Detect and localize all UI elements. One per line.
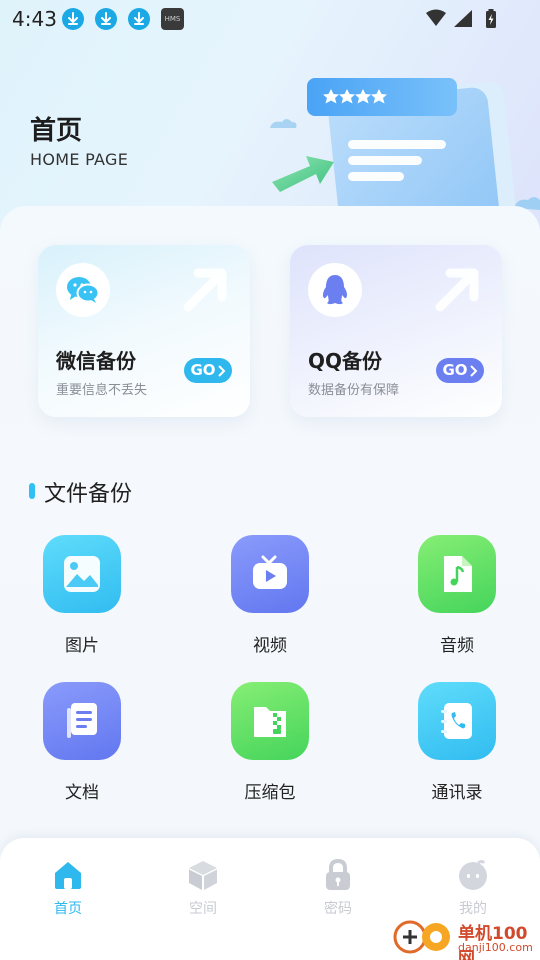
qq-backup-card[interactable]: QQ备份 数据备份有保障 GO — [290, 245, 502, 417]
chevron-right-icon — [469, 364, 477, 377]
card-title: QQ备份 — [308, 349, 383, 373]
file-tile-label: 视频 — [253, 636, 287, 656]
wechat-backup-card[interactable]: 微信备份 重要信息不丢失 GO — [38, 245, 250, 417]
page-title: 首页 — [30, 116, 83, 146]
document-icon — [43, 682, 121, 760]
file-tile-audio[interactable]: 音频 — [397, 535, 517, 665]
file-tile-label: 通讯录 — [431, 783, 483, 803]
file-tile-videos[interactable]: 视频 — [210, 535, 330, 665]
system-icons — [424, 8, 502, 34]
contacts-icon — [418, 682, 496, 760]
arrow-up-right-icon — [432, 263, 482, 317]
go-button-label: GO — [442, 361, 468, 379]
status-bar: 4:43 HMS — [0, 0, 540, 38]
video-icon — [231, 535, 309, 613]
hms-icon: HMS — [161, 8, 184, 30]
card-description: 数据备份有保障 — [308, 383, 400, 398]
section-accent-bar — [29, 483, 35, 499]
file-tile-documents[interactable]: 文档 — [22, 682, 142, 812]
nav-label: 首页 — [54, 901, 82, 917]
wechat-icon — [56, 263, 110, 317]
nav-item-password[interactable]: 密码 — [288, 858, 388, 928]
file-tile-label: 音频 — [440, 636, 474, 656]
file-tile-archives[interactable]: 压缩包 — [210, 682, 330, 812]
file-tile-images[interactable]: 图片 — [22, 535, 142, 665]
go-button-label: GO — [190, 361, 216, 379]
home-icon — [55, 862, 81, 889]
watermark-url: danji100.com — [458, 941, 533, 954]
audio-icon — [418, 535, 496, 613]
chevron-right-icon — [217, 364, 225, 377]
status-time: 4:43 — [12, 7, 57, 31]
profile-icon — [459, 860, 487, 890]
card-description: 重要信息不丢失 — [56, 383, 148, 398]
go-button[interactable]: GO — [184, 358, 232, 383]
download-icon — [128, 8, 150, 30]
cube-icon — [189, 861, 217, 890]
nav-item-home[interactable]: 首页 — [18, 858, 118, 928]
wifi-icon — [426, 9, 446, 26]
file-tile-label: 压缩包 — [244, 783, 296, 803]
section-title: 文件备份 — [44, 482, 133, 507]
page-subtitle: HOME PAGE — [30, 150, 129, 169]
signal-icon — [454, 10, 472, 27]
file-tile-label: 文档 — [65, 783, 99, 803]
nav-item-space[interactable]: 空间 — [153, 858, 253, 928]
go-button[interactable]: GO — [436, 358, 484, 383]
site-watermark: 单机100网 danji100.com — [390, 915, 540, 960]
qq-icon — [308, 263, 362, 317]
battery-icon — [486, 9, 496, 28]
arrow-up-right-icon — [180, 263, 230, 317]
nav-label: 空间 — [189, 901, 217, 917]
archive-icon — [231, 682, 309, 760]
download-icon — [95, 8, 117, 30]
file-tile-label: 图片 — [65, 636, 99, 656]
nav-label: 密码 — [324, 901, 352, 917]
file-tile-contacts[interactable]: 通讯录 — [397, 682, 517, 812]
lock-icon — [326, 858, 350, 890]
card-title: 微信备份 — [56, 349, 136, 373]
download-icon — [62, 8, 84, 30]
hero-illustration — [262, 58, 540, 241]
watermark-logo-icon — [393, 920, 450, 954]
image-icon — [43, 535, 121, 613]
